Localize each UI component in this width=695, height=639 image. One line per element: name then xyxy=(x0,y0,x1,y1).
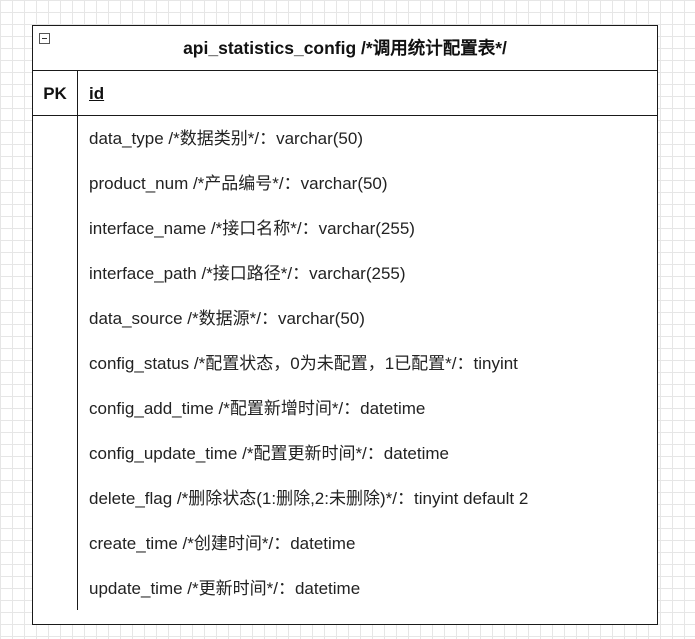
key-column-divider xyxy=(77,71,78,610)
entity-title: api_statistics_config /*调用统计配置表*/ xyxy=(183,38,507,58)
field-row: config_add_time /*配置新增时间*/：datetime xyxy=(89,399,426,418)
field-row: data_source /*数据源*/：varchar(50) xyxy=(89,309,365,328)
field-row: config_status /*配置状态，0为未配置，1已配置*/：tinyin… xyxy=(89,354,518,373)
entity-table[interactable]: api_statistics_config /*调用统计配置表*/ PK id … xyxy=(32,25,658,625)
field-row: interface_path /*接口路径*/：varchar(255) xyxy=(89,264,406,283)
field-row: config_update_time /*配置更新时间*/：datetime xyxy=(89,444,449,463)
field-row: product_num /*产品编号*/：varchar(50) xyxy=(89,174,388,193)
field-row: update_time /*更新时间*/：datetime xyxy=(89,579,361,598)
entity-header: api_statistics_config /*调用统计配置表*/ xyxy=(33,26,657,71)
field-row: interface_name /*接口名称*/：varchar(255) xyxy=(89,219,415,238)
field-row: create_time /*创建时间*/：datetime xyxy=(89,534,356,553)
pk-label: PK xyxy=(43,84,67,103)
field-row: data_type /*数据类别*/：varchar(50) xyxy=(89,129,363,148)
field-list: data_type /*数据类别*/：varchar(50) product_n… xyxy=(89,116,528,611)
field-row: delete_flag /*删除状态(1:删除,2:未删除)*/：tinyint… xyxy=(89,489,529,508)
primary-key-row: PK id xyxy=(33,71,657,116)
pk-field: id xyxy=(89,84,105,103)
